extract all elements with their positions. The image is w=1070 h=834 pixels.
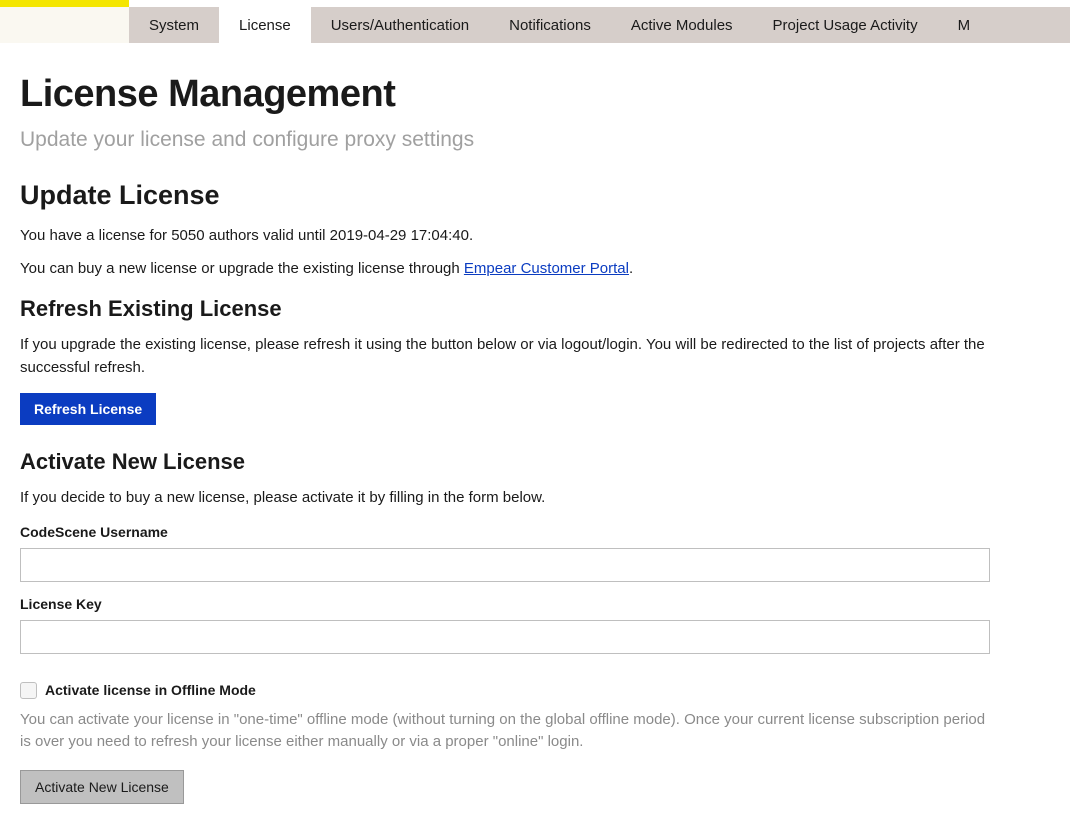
refresh-license-heading: Refresh Existing License — [20, 296, 990, 322]
license-status-text: You have a license for 5050 authors vali… — [20, 225, 990, 248]
username-label: CodeScene Username — [20, 524, 990, 540]
offline-mode-label: Activate license in Offline Mode — [45, 682, 256, 698]
empear-portal-link[interactable]: Empear Customer Portal — [464, 260, 629, 277]
license-valid-until: 2019-04-29 17:04:40 — [330, 227, 469, 244]
activate-license-button[interactable]: Activate New License — [20, 770, 184, 804]
refresh-license-button[interactable]: Refresh License — [20, 393, 156, 425]
offline-mode-row: Activate license in Offline Mode — [20, 682, 990, 699]
activate-license-heading: Activate New License — [20, 449, 990, 475]
brand-accent-bar — [0, 0, 129, 7]
tab-license[interactable]: License — [219, 7, 311, 43]
page-title: License Management — [20, 73, 990, 116]
offline-mode-help: You can activate your license in "one-ti… — [20, 709, 990, 754]
tab-system[interactable]: System — [129, 7, 219, 43]
refresh-license-text: If you upgrade the existing license, ple… — [20, 334, 990, 379]
offline-mode-checkbox[interactable] — [20, 682, 37, 699]
tab-users-authentication[interactable]: Users/Authentication — [311, 7, 489, 43]
tab-project-usage-activity[interactable]: Project Usage Activity — [753, 7, 938, 43]
tab-notifications[interactable]: Notifications — [489, 7, 611, 43]
nav-spacer — [0, 7, 129, 43]
nav-tabs: System License Users/Authentication Noti… — [129, 7, 1070, 43]
page-content: License Management Update your license a… — [0, 43, 1010, 834]
update-license-heading: Update License — [20, 180, 990, 211]
username-input[interactable] — [20, 548, 990, 582]
top-nav: System License Users/Authentication Noti… — [0, 7, 1070, 43]
license-authors-count: 5050 — [171, 227, 204, 244]
tab-more[interactable]: M — [938, 7, 991, 43]
buy-license-text: You can buy a new license or upgrade the… — [20, 258, 990, 281]
license-key-label: License Key — [20, 596, 990, 612]
license-key-input[interactable] — [20, 620, 990, 654]
tab-active-modules[interactable]: Active Modules — [611, 7, 753, 43]
activate-license-text: If you decide to buy a new license, plea… — [20, 487, 990, 510]
page-subtitle: Update your license and configure proxy … — [20, 128, 990, 152]
